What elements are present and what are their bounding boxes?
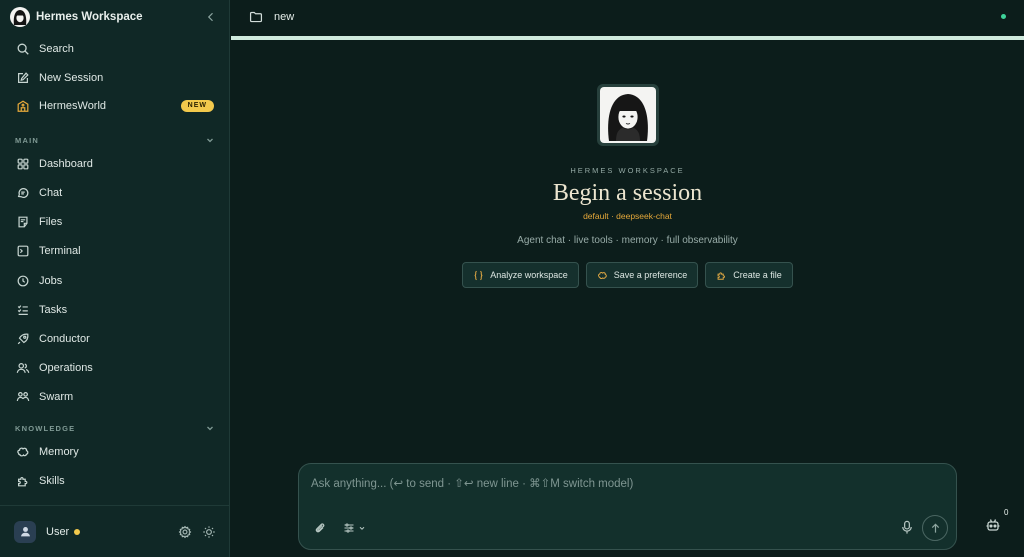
analyze-workspace-button[interactable]: Analyze workspace (462, 262, 579, 288)
sidebar-item-jobs[interactable]: Jobs (8, 269, 222, 293)
rocket-icon (16, 332, 30, 346)
sidebar-item-label: Swarm (39, 391, 74, 403)
paperclip-icon[interactable] (313, 521, 327, 535)
section-label: KNOWLEDGE (15, 423, 76, 433)
agent-count: 0 (1004, 508, 1009, 517)
users-icon (16, 361, 30, 375)
sidebar-item-label: Conductor (39, 333, 90, 345)
hero-description: Agent chat · live tools · memory · full … (517, 235, 738, 246)
agent-avatar (596, 84, 659, 146)
send-button[interactable] (922, 515, 948, 541)
chevron-down-icon (359, 526, 365, 530)
message-input[interactable] (311, 474, 941, 494)
sidebar-header: Hermes Workspace (0, 0, 229, 34)
brain-icon (16, 445, 30, 459)
user-status-dot (74, 528, 81, 535)
sidebar-item-swarm[interactable]: Swarm (8, 385, 222, 409)
sidebar: Hermes Workspace Search New Session Herm… (0, 0, 230, 557)
chevron-down-icon[interactable] (205, 423, 215, 433)
sidebar-item-skills[interactable]: Skills (8, 469, 222, 493)
action-label: Create a file (733, 270, 782, 280)
sidebar-item-operations[interactable]: Operations (8, 356, 222, 380)
sidebar-item-chat[interactable]: Chat (8, 181, 222, 205)
brain-icon (597, 270, 608, 281)
loading-progress-bar (231, 36, 1024, 40)
chat-icon (16, 186, 30, 200)
action-label: Analyze workspace (490, 270, 568, 280)
hero-headline: Begin a session (552, 180, 703, 206)
sidebar-item-terminal[interactable]: Terminal (8, 239, 222, 263)
puzzle-icon (16, 474, 30, 488)
workspace-logo-icon[interactable] (10, 7, 30, 27)
sidebar-item-label: Search (39, 43, 74, 55)
sidebar-item-conductor[interactable]: Conductor (8, 327, 222, 351)
gear-icon[interactable] (178, 525, 192, 539)
file-icon (16, 215, 30, 229)
message-composer (298, 463, 957, 550)
search-icon (16, 42, 30, 56)
checklist-icon (16, 303, 30, 317)
suggestion-actions: Analyze workspace Save a preference Crea… (231, 262, 1024, 288)
folder-icon[interactable] (249, 10, 263, 24)
section-main-header[interactable]: MAIN (15, 133, 215, 147)
top-bar: new (231, 0, 1024, 34)
braces-icon (473, 270, 484, 281)
sidebar-item-label: Operations (39, 362, 93, 374)
hero-eyebrow: HERMES WORKSPACE (570, 166, 685, 175)
sidebar-item-hermesworld[interactable]: HermesWorld NEW (8, 94, 222, 118)
create-file-button[interactable]: Create a file (705, 262, 793, 288)
sun-icon[interactable] (202, 525, 216, 539)
user-avatar[interactable] (14, 520, 36, 543)
section-knowledge-header[interactable]: KNOWLEDGE (15, 421, 215, 435)
main-panel: new HERMES WORKSPACE Begin a session def… (231, 0, 1024, 557)
grid-icon (16, 157, 30, 171)
sidebar-item-label: Tasks (39, 304, 68, 316)
sidebar-footer: User (0, 505, 230, 557)
empty-state-hero: HERMES WORKSPACE Begin a session default… (231, 84, 1024, 288)
connection-status-dot (1001, 14, 1006, 19)
sidebar-item-dashboard[interactable]: Dashboard (8, 152, 222, 176)
sidebar-item-label: Dashboard (39, 158, 93, 170)
save-preference-button[interactable]: Save a preference (585, 262, 699, 288)
sidebar-item-label: Memory (39, 446, 79, 458)
sidebar-item-search[interactable]: Search (8, 37, 222, 61)
workspace-title: Hermes Workspace (36, 11, 143, 23)
terminal-icon (16, 244, 30, 258)
collapse-sidebar-icon[interactable] (203, 9, 219, 25)
puzzle-icon (716, 270, 727, 281)
section-label: MAIN (15, 135, 39, 145)
microphone-icon[interactable] (900, 520, 914, 535)
sidebar-item-label: Jobs (39, 275, 63, 287)
sidebar-item-new-session[interactable]: New Session (8, 66, 222, 90)
sidebar-item-label: Chat (39, 187, 63, 199)
session-tab-name[interactable]: new (274, 11, 294, 23)
tools-menu-button[interactable] (343, 522, 366, 534)
model-info[interactable]: default · deepseek-chat (231, 211, 1024, 221)
arrow-up-icon (931, 523, 939, 533)
sidebar-item-label: Skills (39, 475, 65, 487)
sidebar-item-memory[interactable]: Memory (8, 440, 222, 464)
sidebar-item-files[interactable]: Files (8, 210, 222, 234)
agent-bot-icon[interactable] (985, 517, 1001, 533)
new-badge: NEW (180, 100, 214, 112)
chevron-down-icon[interactable] (205, 135, 215, 145)
action-label: Save a preference (613, 270, 688, 280)
clock-icon (16, 274, 30, 288)
sidebar-item-label: Terminal (39, 245, 81, 257)
sidebar-item-label: New Session (39, 72, 104, 84)
sidebar-item-label: Files (39, 216, 63, 228)
sidebar-item-label: HermesWorld (39, 100, 107, 112)
sidebar-item-tasks[interactable]: Tasks (8, 298, 222, 322)
group-icon (16, 390, 30, 404)
user-name[interactable]: User (46, 526, 69, 538)
sliders-icon (344, 523, 354, 533)
world-icon (16, 99, 30, 113)
compose-icon (16, 71, 30, 85)
